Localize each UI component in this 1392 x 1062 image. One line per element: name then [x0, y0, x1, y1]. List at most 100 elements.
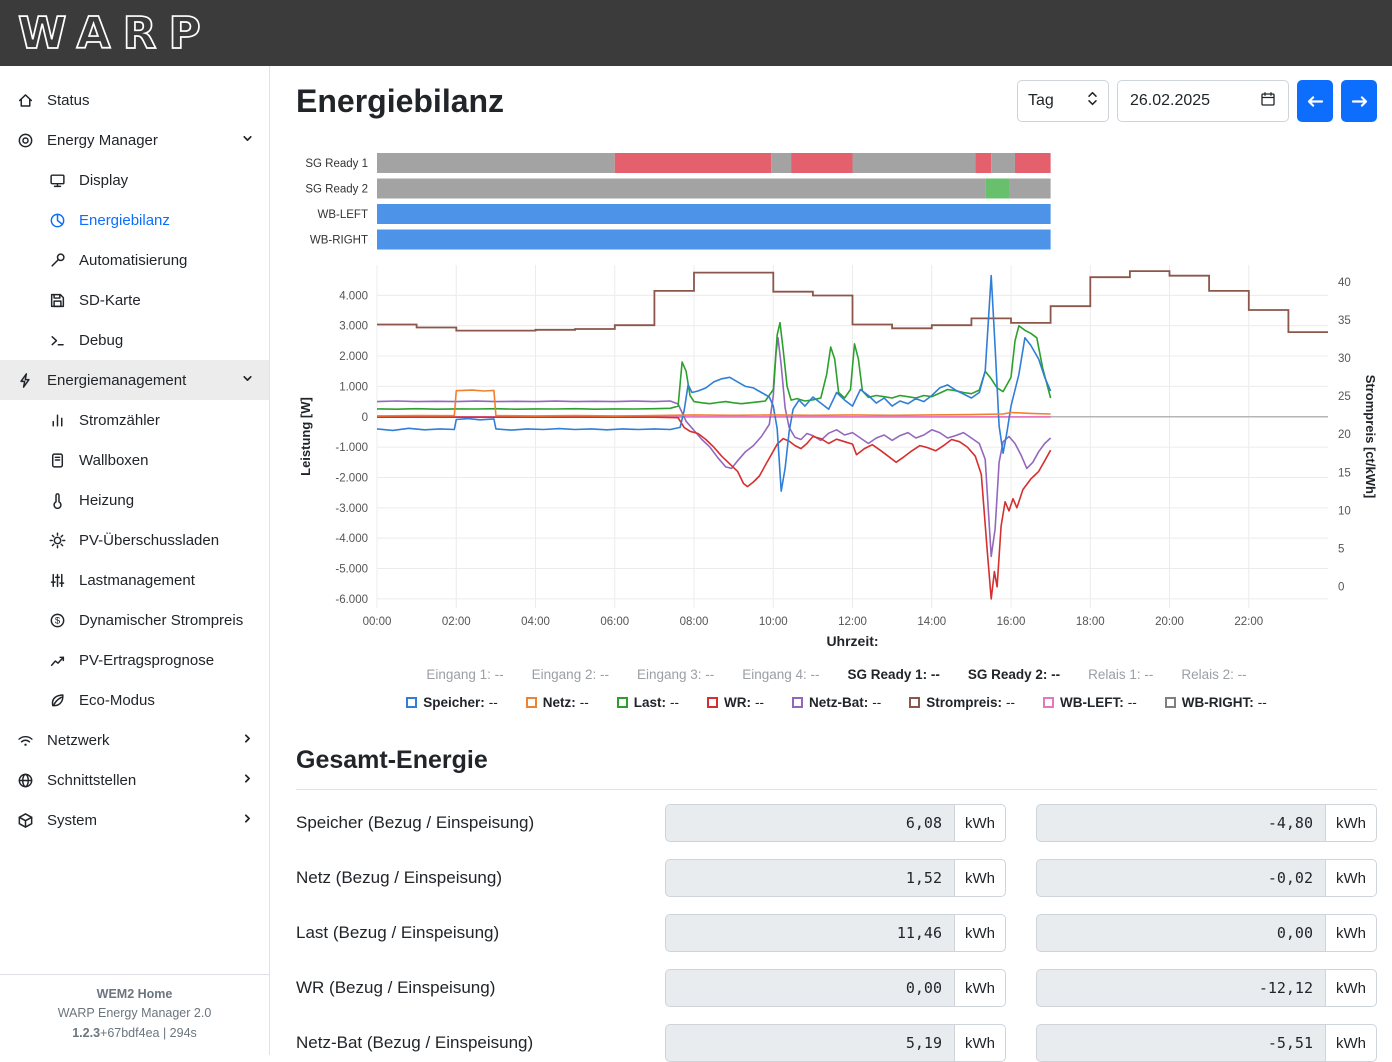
svg-text:10:00: 10:00	[759, 616, 788, 628]
legend-swatch	[526, 697, 537, 708]
svg-text:2.000: 2.000	[339, 351, 368, 363]
svg-text:15: 15	[1338, 467, 1351, 479]
energy-export-group: -0,02kWh	[1036, 859, 1377, 897]
range-select[interactable]: Tag	[1017, 80, 1109, 122]
page-title: Energiebilanz	[296, 83, 504, 120]
svg-text:18:00: 18:00	[1076, 616, 1105, 628]
legend-io-entry: Relais 1: --	[1088, 667, 1153, 682]
sidebar-item-display[interactable]: Display	[0, 160, 269, 200]
energy-value: -5,51	[1036, 1024, 1325, 1062]
energy-value: 0,00	[1036, 914, 1325, 952]
energy-export-group: -12,12kWh	[1036, 969, 1377, 1007]
sidebar-item-label: PV-Ertragsprognose	[79, 652, 214, 669]
legend-series-value: --	[489, 695, 498, 710]
energy-row-label: Last (Bezug / Einspeisung)	[296, 923, 635, 943]
legend-swatch	[909, 697, 920, 708]
calendar-icon	[1260, 91, 1276, 112]
sidebar-item-lastmanagement[interactable]: Lastmanagement	[0, 560, 269, 600]
leaf-icon	[48, 691, 66, 709]
sidebar-item-status[interactable]: Status	[0, 80, 269, 120]
previous-day-button[interactable]	[1297, 80, 1333, 122]
sidebar-item-schnittstellen[interactable]: Schnittstellen	[0, 760, 269, 800]
chart-canvas[interactable]: 00:0002:0004:0006:0008:0010:0012:0014:00…	[296, 150, 1378, 650]
globe-icon	[16, 771, 34, 789]
sidebar-item-label: Debug	[79, 332, 123, 349]
sidebar-item-sd-karte[interactable]: SD-Karte	[0, 280, 269, 320]
energy-unit: kWh	[1325, 804, 1377, 842]
svg-text:-2.000: -2.000	[335, 472, 368, 484]
sliders-icon	[48, 571, 66, 589]
svg-text:16:00: 16:00	[997, 616, 1026, 628]
legend-series-entry[interactable]: Speicher:--	[406, 695, 498, 710]
legend-series-entry[interactable]: Netz-Bat:--	[792, 695, 881, 710]
energy-row: Netz (Bezug / Einspeisung)1,52kWh-0,02kW…	[296, 859, 1377, 897]
sidebar-item-energiebilanz[interactable]: Energiebilanz	[0, 200, 269, 240]
sidebar-item-wallboxen[interactable]: Wallboxen	[0, 440, 269, 480]
sidebar-item-debug[interactable]: Debug	[0, 320, 269, 360]
svg-text:00:00: 00:00	[363, 616, 392, 628]
energy-export-group: -4,80kWh	[1036, 804, 1377, 842]
sidebar-item-automatisierung[interactable]: Automatisierung	[0, 240, 269, 280]
energy-balance-chart[interactable]: 00:0002:0004:0006:0008:0010:0012:0014:00…	[296, 150, 1377, 710]
energy-import-group: 0,00kWh	[665, 969, 1006, 1007]
next-day-button[interactable]	[1341, 80, 1377, 122]
wifi-icon	[16, 731, 34, 749]
svg-text:-6.000: -6.000	[335, 594, 368, 606]
sidebar-item-heizung[interactable]: Heizung	[0, 480, 269, 520]
firmware-version: 1.2.3+67bdf4ea | 294s	[6, 1024, 263, 1043]
legend-series-label: Last:	[634, 695, 666, 710]
svg-text:-5.000: -5.000	[335, 564, 368, 576]
svg-text:40: 40	[1338, 277, 1351, 289]
sidebar-item-pv-ertragsprognose[interactable]: PV-Ertragsprognose	[0, 640, 269, 680]
pie-chart-icon	[48, 211, 66, 229]
svg-text:-4.000: -4.000	[335, 533, 368, 545]
energy-import-group: 1,52kWh	[665, 859, 1006, 897]
forecast-chart-icon	[48, 651, 66, 669]
sidebar-item-label: Status	[47, 92, 90, 109]
legend-series-entry[interactable]: WR:--	[707, 695, 764, 710]
sidebar-item-eco-modus[interactable]: Eco-Modus	[0, 680, 269, 720]
legend-series-value: --	[1128, 695, 1137, 710]
legend-io-entry: Eingang 4: --	[742, 667, 819, 682]
legend-series-entry[interactable]: WB-RIGHT:--	[1165, 695, 1267, 710]
sidebar-item-dynamischer-strompreis[interactable]: $ Dynamischer Strompreis	[0, 600, 269, 640]
sidebar-item-stromzaehler[interactable]: Stromzähler	[0, 400, 269, 440]
sidebar-item-system[interactable]: System	[0, 800, 269, 840]
sidebar-item-energy-manager[interactable]: Energy Manager	[0, 120, 269, 160]
sidebar-item-energiemanagement[interactable]: Energiemanagement	[0, 360, 269, 400]
wrench-icon	[48, 251, 66, 269]
legend-series-label: Strompreis:	[926, 695, 1002, 710]
legend-series-value: --	[580, 695, 589, 710]
sidebar-item-label: Wallboxen	[79, 452, 148, 469]
sidebar: Status Energy Manager Display Energiebil…	[0, 66, 270, 1055]
svg-text:WB-RIGHT: WB-RIGHT	[310, 235, 368, 247]
sidebar-item-label: Energiemanagement	[47, 372, 186, 389]
chevron-down-icon	[240, 371, 255, 390]
legend-swatch	[1165, 697, 1176, 708]
legend-series-value: --	[1006, 695, 1015, 710]
target-icon	[16, 131, 34, 149]
date-input[interactable]: 26.02.2025	[1117, 80, 1289, 122]
energy-unit: kWh	[1325, 859, 1377, 897]
sidebar-item-label: SD-Karte	[79, 292, 141, 309]
warp-logo-text: WARP	[18, 8, 213, 59]
main-content: Energiebilanz Tag 26.02.2025 00:0002:000…	[271, 0, 1392, 1062]
sidebar-item-label: Energy Manager	[47, 132, 158, 149]
save-icon	[48, 291, 66, 309]
legend-series-label: Netz:	[543, 695, 576, 710]
legend-series-entry[interactable]: Last:--	[617, 695, 679, 710]
energy-import-group: 11,46kWh	[665, 914, 1006, 952]
energy-unit: kWh	[1325, 914, 1377, 952]
svg-text:3.000: 3.000	[339, 321, 368, 333]
legend-series-entry[interactable]: Strompreis: --	[909, 695, 1015, 710]
legend-swatch	[617, 697, 628, 708]
energy-unit: kWh	[954, 914, 1006, 952]
legend-series-entry[interactable]: Netz: --	[526, 695, 589, 710]
sidebar-item-label: Energiebilanz	[79, 212, 170, 229]
sidebar-item-pv-ueberschussladen[interactable]: PV-Überschussladen	[0, 520, 269, 560]
sidebar-item-netzwerk[interactable]: Netzwerk	[0, 720, 269, 760]
svg-text:10: 10	[1338, 505, 1351, 517]
svg-text:Strompreis [ct/kWh]: Strompreis [ct/kWh]	[1363, 375, 1378, 499]
sun-icon	[48, 531, 66, 549]
legend-series-entry[interactable]: WB-LEFT:--	[1043, 695, 1137, 710]
